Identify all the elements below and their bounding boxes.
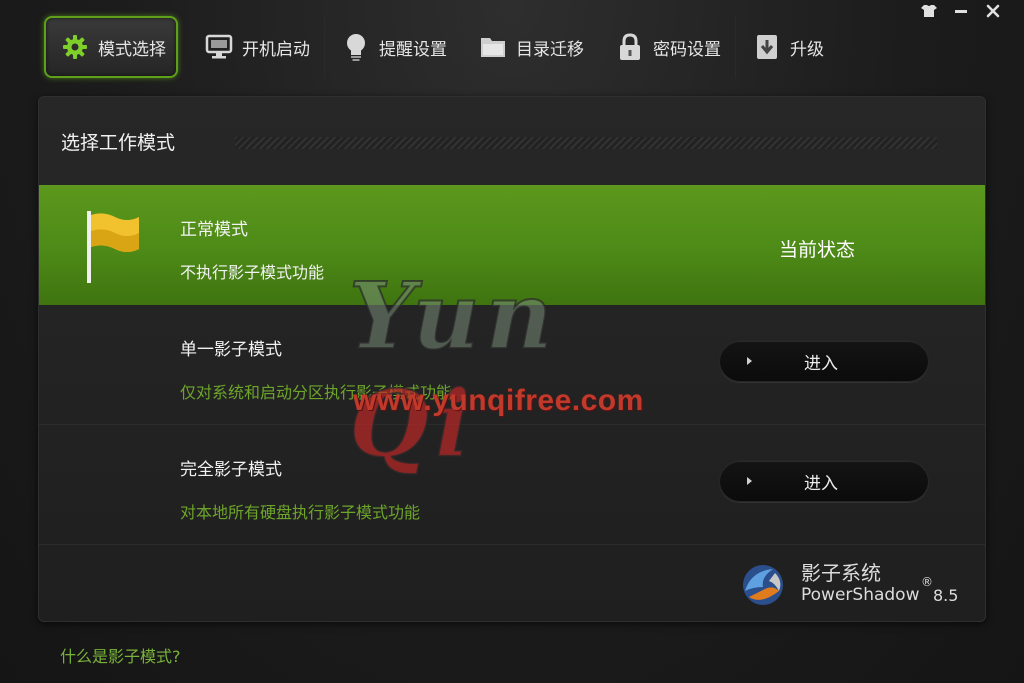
mode-desc: 仅对系统和启动分区执行影子模式功能 [180, 383, 453, 402]
tab-mode-select[interactable]: 模式选择 [44, 16, 178, 78]
panel-title: 选择工作模式 [61, 131, 176, 154]
lock-icon [615, 32, 645, 62]
tab-label: 升级 [790, 39, 824, 60]
tab-boot-start[interactable]: 开机启动 [188, 16, 325, 78]
upgrade-icon [752, 32, 782, 62]
tab-label: 模式选择 [98, 39, 166, 60]
skin-icon[interactable] [920, 2, 938, 20]
folder-icon [478, 32, 508, 62]
mode-row-normal[interactable]: 正常模式 不执行影子模式功能 当前状态 [39, 185, 985, 305]
powershadow-window: 模式选择 开机启动 提醒设置 目录迁移 密码设置 升级 选择工作模式 正常模式 … [0, 0, 1024, 683]
mode-row-single-shadow: 单一影子模式 仅对系统和启动分区执行影子模式功能 进入 [39, 305, 985, 425]
enter-single-shadow-button[interactable]: 进入 [719, 340, 929, 382]
monitor-icon [204, 32, 234, 62]
brand-name-en: PowerShadow [801, 585, 920, 605]
mode-desc: 不执行影子模式功能 [180, 263, 325, 282]
tab-label: 开机启动 [242, 39, 310, 60]
mode-name: 完全影子模式 [180, 460, 282, 480]
bulb-icon [341, 32, 371, 62]
play-arrow-icon [747, 477, 752, 485]
flag-icon [85, 209, 141, 289]
gear-icon [60, 32, 90, 62]
brand-block: 影子系统 PowerShadow ® 8.5 [739, 555, 969, 615]
enter-full-shadow-button[interactable]: 进入 [719, 460, 929, 502]
powershadow-logo-icon [739, 561, 787, 613]
panel-header: 选择工作模式 [39, 97, 985, 185]
enter-label: 进入 [804, 473, 838, 494]
top-nav: 模式选择 开机启动 提醒设置 目录迁移 密码设置 升级 [44, 14, 914, 80]
tab-label: 提醒设置 [379, 39, 447, 60]
mode-row-full-shadow: 完全影子模式 对本地所有硬盘执行影子模式功能 进入 [39, 425, 985, 545]
brand-name-cn: 影子系统 [801, 561, 881, 585]
tab-label: 密码设置 [653, 39, 721, 60]
tab-upgrade[interactable]: 升级 [736, 16, 838, 78]
header-hatch [235, 137, 937, 149]
mode-panel: 选择工作模式 正常模式 不执行影子模式功能 当前状态 单一影子模式 仅对系统和启… [38, 96, 986, 622]
registered-mark: ® [921, 575, 933, 589]
close-icon[interactable] [984, 2, 1002, 20]
tab-reminder-settings[interactable]: 提醒设置 [325, 16, 462, 78]
brand-version: 8.5 [933, 586, 959, 605]
mode-name: 正常模式 [180, 220, 248, 240]
tab-label: 目录迁移 [516, 39, 584, 60]
play-arrow-icon [747, 357, 752, 365]
tab-folder-migration[interactable]: 目录迁移 [462, 16, 599, 78]
mode-name: 单一影子模式 [180, 340, 282, 360]
what-is-shadow-mode-link[interactable]: 什么是影子模式? [60, 643, 181, 667]
minimize-icon[interactable] [952, 2, 970, 20]
mode-desc: 对本地所有硬盘执行影子模式功能 [180, 503, 421, 522]
window-controls [920, 2, 1002, 20]
enter-label: 进入 [804, 353, 838, 374]
current-status-label: 当前状态 [779, 239, 856, 261]
tab-password-settings[interactable]: 密码设置 [599, 16, 736, 78]
